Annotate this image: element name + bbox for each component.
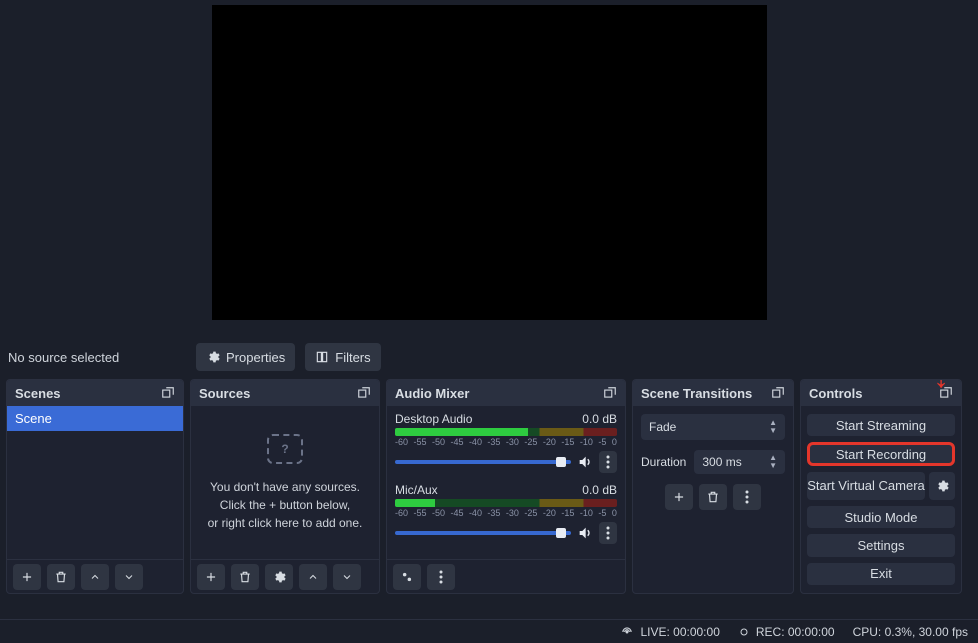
source-add-button[interactable] [197, 564, 225, 590]
sources-header: Sources [191, 380, 379, 406]
status-cpu: CPU: 0.3%, 30.00 fps [853, 625, 968, 639]
channel-db: 0.0 dB [582, 412, 617, 426]
filters-button[interactable]: Filters [305, 343, 380, 371]
sources-list[interactable]: ? You don't have any sources. Click the … [191, 406, 379, 559]
mixer-channel: Desktop Audio 0.0 dB -60-55-50-45-40-35-… [395, 412, 617, 473]
no-source-label: No source selected [8, 350, 186, 365]
mixer-advanced-button[interactable] [393, 564, 421, 590]
scene-add-button[interactable] [13, 564, 41, 590]
mixer-footer [387, 559, 625, 593]
broadcast-icon [620, 625, 634, 639]
duration-value: 300 ms [702, 455, 741, 469]
scenes-list[interactable]: Scene [7, 406, 183, 559]
popout-icon[interactable] [357, 386, 371, 400]
scenes-footer [7, 559, 183, 593]
volume-slider[interactable] [395, 460, 571, 464]
source-settings-button[interactable] [265, 564, 293, 590]
duration-label: Duration [641, 455, 686, 469]
scenes-header: Scenes [7, 380, 183, 406]
filters-icon [315, 350, 329, 364]
popout-icon[interactable] [603, 386, 617, 400]
question-icon: ? [267, 434, 303, 464]
channel-name: Mic/Aux [395, 483, 438, 497]
level-meter [395, 428, 617, 436]
source-info-bar: No source selected Properties Filters [0, 335, 978, 379]
transition-selected: Fade [649, 420, 676, 434]
transitions-body: Fade ▲▼ Duration 300 ms ▲▼ [633, 406, 793, 593]
popout-icon[interactable] [771, 386, 785, 400]
level-meter [395, 499, 617, 507]
transitions-dock: Scene Transitions Fade ▲▼ Duration 300 m… [632, 379, 794, 594]
status-bar: LIVE: 00:00:00 REC: 00:00:00 CPU: 0.3%, … [0, 619, 978, 643]
transition-select[interactable]: Fade ▲▼ [641, 414, 785, 440]
volume-slider[interactable] [395, 531, 571, 535]
preview-canvas[interactable] [212, 5, 767, 320]
popout-icon[interactable] [939, 386, 953, 400]
transition-add-button[interactable] [665, 484, 693, 510]
spinner-icon: ▲▼ [769, 419, 777, 435]
preview-area [0, 0, 978, 335]
speaker-icon[interactable] [577, 454, 593, 470]
duration-input[interactable]: 300 ms ▲▼ [694, 450, 785, 474]
studio-mode-button[interactable]: Studio Mode [807, 506, 955, 528]
sources-empty-line: Click the + button below, [220, 496, 350, 514]
audio-mixer-dock: Audio Mixer Desktop Audio 0.0 dB -60-55-… [386, 379, 626, 594]
mixer-channel: Mic/Aux 0.0 dB -60-55-50-45-40-35-30-25-… [395, 483, 617, 544]
scenes-title: Scenes [15, 386, 61, 401]
controls-header: Controls [801, 380, 961, 406]
record-icon [738, 626, 750, 638]
status-live: LIVE: 00:00:00 [620, 625, 719, 639]
source-delete-button[interactable] [231, 564, 259, 590]
mixer-menu-button[interactable] [427, 564, 455, 590]
scenes-dock: Scenes Scene [6, 379, 184, 594]
popout-icon[interactable] [161, 386, 175, 400]
start-streaming-button[interactable]: Start Streaming [807, 414, 955, 436]
properties-label: Properties [226, 350, 285, 365]
settings-button[interactable]: Settings [807, 534, 955, 556]
start-virtual-camera-button[interactable]: Start Virtual Camera [807, 472, 925, 500]
vcam-settings-button[interactable] [929, 472, 955, 500]
channel-name: Desktop Audio [395, 412, 472, 426]
controls-body: Start Streaming Start Recording Start Vi… [801, 406, 961, 593]
controls-dock: ↓ Controls Start Streaming Start Recordi… [800, 379, 962, 594]
sources-empty: ? You don't have any sources. Click the … [191, 406, 379, 559]
meter-ticks: -60-55-50-45-40-35-30-25-20-15-10-50 [395, 508, 617, 518]
sources-empty-line: You don't have any sources. [210, 478, 360, 496]
transitions-title: Scene Transitions [641, 386, 752, 401]
properties-button[interactable]: Properties [196, 343, 295, 371]
source-down-button[interactable] [333, 564, 361, 590]
filters-label: Filters [335, 350, 370, 365]
transition-delete-button[interactable] [699, 484, 727, 510]
sources-dock: Sources ? You don't have any sources. Cl… [190, 379, 380, 594]
scene-item[interactable]: Scene [7, 406, 183, 431]
status-rec: REC: 00:00:00 [738, 625, 835, 639]
channel-menu-button[interactable] [599, 451, 617, 473]
controls-title: Controls [809, 386, 862, 401]
gear-icon [206, 350, 220, 364]
source-up-button[interactable] [299, 564, 327, 590]
scene-down-button[interactable] [115, 564, 143, 590]
spinner-icon: ▲▼ [769, 454, 777, 470]
mixer-header: Audio Mixer [387, 380, 625, 406]
transitions-header: Scene Transitions [633, 380, 793, 406]
start-recording-button[interactable]: Start Recording [807, 442, 955, 466]
sources-empty-line: or right click here to add one. [208, 514, 363, 532]
meter-ticks: -60-55-50-45-40-35-30-25-20-15-10-50 [395, 437, 617, 447]
scene-up-button[interactable] [81, 564, 109, 590]
scene-delete-button[interactable] [47, 564, 75, 590]
docks-row: Scenes Scene Sources ? You don't have an… [0, 379, 978, 594]
exit-button[interactable]: Exit [807, 563, 955, 585]
sources-title: Sources [199, 386, 250, 401]
channel-db: 0.0 dB [582, 483, 617, 497]
mixer-body: Desktop Audio 0.0 dB -60-55-50-45-40-35-… [387, 406, 625, 559]
speaker-icon[interactable] [577, 525, 593, 541]
channel-menu-button[interactable] [599, 522, 617, 544]
transition-menu-button[interactable] [733, 484, 761, 510]
sources-footer [191, 559, 379, 593]
mixer-title: Audio Mixer [395, 386, 469, 401]
